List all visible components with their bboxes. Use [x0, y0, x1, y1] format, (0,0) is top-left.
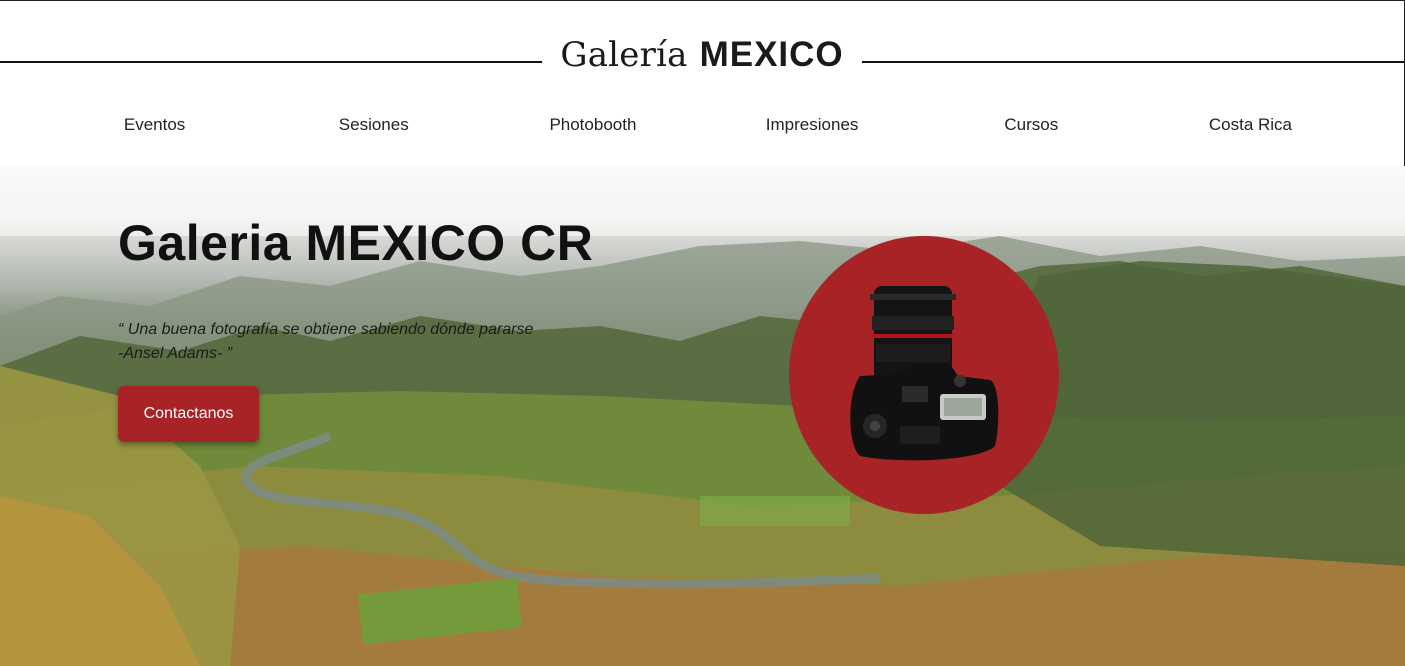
site-logo[interactable]: Galería MEXICO: [542, 35, 862, 85]
hero-title: Galeria MEXICO CR: [118, 215, 594, 271]
site-header: Galería MEXICO Eventos Sesiones Photoboo…: [0, 0, 1405, 166]
nav-item-cursos[interactable]: Cursos: [922, 111, 1141, 139]
logo-script-text: Galería: [560, 35, 688, 75]
header-rule-left: [0, 61, 542, 63]
main-nav: Eventos Sesiones Photobooth Impresiones …: [45, 111, 1360, 139]
nav-item-eventos[interactable]: Eventos: [45, 111, 264, 139]
quote-line-1: “ Una buena fotografía se obtiene sabien…: [118, 321, 534, 338]
nav-item-costa-rica[interactable]: Costa Rica: [1141, 111, 1360, 139]
contact-button[interactable]: Contactanos: [118, 386, 259, 442]
camera-icon: [850, 286, 999, 461]
quote-author: -Ansel Adams- ”: [118, 345, 233, 362]
nav-item-photobooth[interactable]: Photobooth: [483, 111, 702, 139]
hero-section: Galeria MEXICO CR “ Una buena fotografía…: [0, 166, 1405, 666]
hero-quote: “ Una buena fotografía se obtiene sabien…: [118, 318, 618, 366]
nav-item-sesiones[interactable]: Sesiones: [264, 111, 483, 139]
header-rule-right: [862, 61, 1405, 63]
logo-bold-text: MEXICO: [699, 35, 844, 74]
nav-item-impresiones[interactable]: Impresiones: [703, 111, 922, 139]
